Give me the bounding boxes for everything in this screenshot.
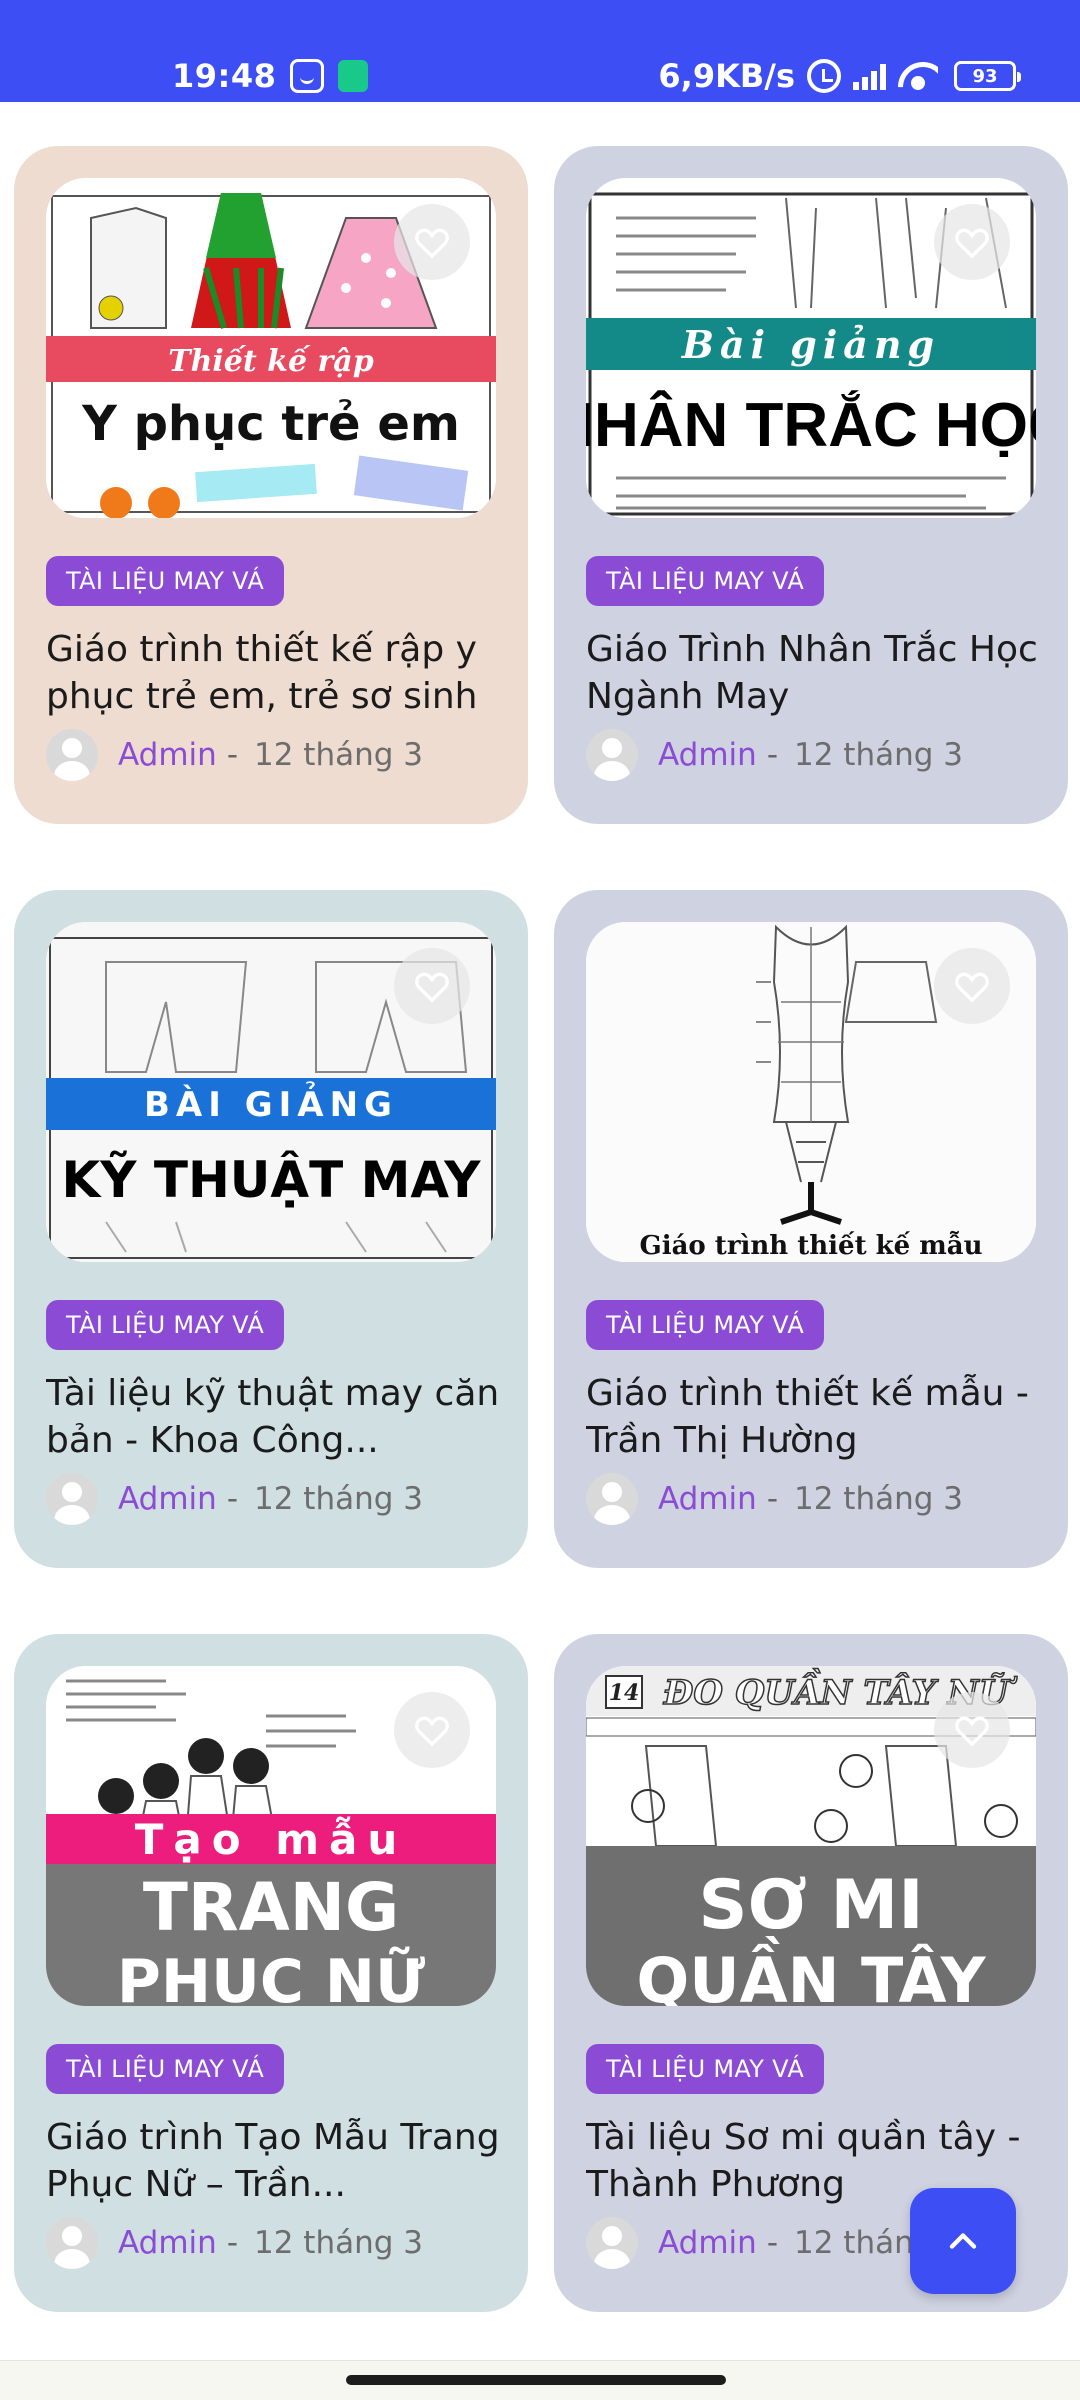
heart-outline-icon [955, 228, 989, 259]
thumbnail-text-2: KỸ THUẬT MAY [62, 1150, 482, 1209]
avatar [46, 1473, 98, 1525]
meta-separator: - [226, 2225, 238, 2261]
avatar [46, 2217, 98, 2269]
heart-outline-icon [415, 228, 449, 259]
category-tag[interactable]: TÀI LIỆU MAY VÁ [586, 1300, 825, 1350]
post-meta: Admin - 12 tháng 3 [46, 1472, 423, 1526]
thumbnail-text-1: 14 [609, 1680, 640, 1706]
face-notification-icon [290, 59, 325, 93]
post-thumbnail[interactable]: Bài giảng NHÂN TRẮC HỌC [586, 178, 1036, 518]
thumbnail-text-1: Thiết kế rập [168, 344, 373, 379]
author-link[interactable]: Admin [658, 1481, 757, 1517]
meta-separator: - [766, 737, 778, 773]
post-title[interactable]: Giáo trình thiết kế rập y phục trẻ em, t… [46, 626, 506, 720]
post-card[interactable]: Tạo mẫu TRANG PHỤC NỮ TÀI LIỆU MAY VÁ Gi… [14, 1634, 528, 2312]
author-link[interactable]: Admin [658, 2225, 757, 2261]
post-date: 12 tháng 3 [794, 1481, 964, 1517]
heart-outline-icon [955, 972, 989, 1003]
chevron-up-icon [949, 2233, 977, 2249]
category-tag[interactable]: TÀI LIỆU MAY VÁ [46, 556, 285, 606]
status-time: 19:48 [172, 57, 277, 95]
author-link[interactable]: Admin [118, 1481, 217, 1517]
favorite-button[interactable] [394, 1692, 470, 1768]
author-link[interactable]: Admin [658, 737, 757, 773]
favorite-button[interactable] [394, 204, 470, 280]
thumbnail-text-2: TRANG [143, 1869, 399, 1946]
thumbnail-text-3: PHỤC NỮ [117, 1946, 425, 2006]
post-card[interactable]: BÀI GIẢNG KỸ THUẬT MAY TÀI LIỆU MAY VÁ T… [14, 890, 528, 1568]
security-app-icon [338, 60, 369, 92]
thumbnail-text-1: Giáo trình thiết kế mẫu [639, 1230, 982, 1261]
favorite-button[interactable] [934, 1692, 1010, 1768]
post-meta: Admin - 12 tháng 3 [586, 2216, 963, 2270]
alarm-icon [807, 59, 841, 93]
meta-separator: - [226, 1481, 238, 1517]
status-right: 6,9KB/s 93 [658, 52, 1021, 100]
favorite-button[interactable] [394, 948, 470, 1024]
scroll-to-top-button[interactable] [910, 2188, 1016, 2294]
category-tag[interactable]: TÀI LIỆU MAY VÁ [586, 556, 825, 606]
thumbnail-text-1: Bài giảng [681, 322, 940, 367]
thumbnail-text-2: NHÂN TRẮC HỌC [586, 391, 1036, 460]
author-link[interactable]: Admin [118, 2225, 217, 2261]
meta-separator: - [226, 737, 238, 773]
network-speed: 6,9KB/s [658, 57, 795, 95]
wifi-icon [898, 60, 938, 92]
thumbnail-text-3: SƠ MI [698, 1866, 923, 1945]
post-thumbnail[interactable]: Thiết kế rập Y phục trẻ em [46, 178, 496, 518]
thumbnail-text-1: Tạo mẫu [135, 1815, 407, 1864]
thumbnail-text-4: QUẦN TÂY [637, 1936, 987, 2006]
post-title[interactable]: Tài liệu kỹ thuật may căn bản - Khoa Côn… [46, 1370, 506, 1464]
post-date: 12 tháng 3 [794, 737, 964, 773]
favorite-button[interactable] [934, 948, 1010, 1024]
thumbnail-text-1: BÀI GIẢNG [144, 1081, 398, 1125]
gesture-bar [0, 2360, 1080, 2400]
post-meta: Admin - 12 tháng 3 [46, 728, 423, 782]
avatar [586, 1473, 638, 1525]
post-title[interactable]: Giáo trình thiết kế mẫu - Trần Thị Hường [586, 1370, 1046, 1464]
avatar [586, 729, 638, 781]
post-meta: Admin - 12 tháng 3 [586, 1472, 963, 1526]
author-link[interactable]: Admin [118, 737, 217, 773]
post-thumbnail[interactable]: BÀI GIẢNG KỸ THUẬT MAY [46, 922, 496, 1262]
thumbnail-text-2: Y phục trẻ em [81, 396, 460, 452]
category-tag[interactable]: TÀI LIỆU MAY VÁ [46, 1300, 285, 1350]
battery-icon: 93 [954, 61, 1021, 91]
post-thumbnail[interactable]: Giáo trình thiết kế mẫu [586, 922, 1036, 1262]
post-meta: Admin - 12 tháng 3 [586, 728, 963, 782]
avatar [46, 729, 98, 781]
meta-separator: - [766, 1481, 778, 1517]
category-tag[interactable]: TÀI LIỆU MAY VÁ [46, 2044, 285, 2094]
post-title[interactable]: Giáo Trình Nhân Trắc Học Ngành May [586, 626, 1046, 720]
category-tag[interactable]: TÀI LIỆU MAY VÁ [586, 2044, 825, 2094]
post-date: 12 tháng 3 [254, 2225, 424, 2261]
signal-icon [853, 62, 886, 90]
post-meta: Admin - 12 tháng 3 [46, 2216, 423, 2270]
post-card[interactable]: Bài giảng NHÂN TRẮC HỌC TÀI LIỆU MAY VÁ … [554, 146, 1068, 824]
heart-outline-icon [415, 972, 449, 1003]
favorite-button[interactable] [934, 204, 1010, 280]
status-left: 19:48 [172, 52, 369, 100]
home-indicator[interactable] [346, 2375, 726, 2385]
post-card[interactable]: Giáo trình thiết kế mẫu TÀI LIỆU MAY VÁ … [554, 890, 1068, 1568]
heart-outline-icon [415, 1716, 449, 1747]
post-thumbnail[interactable]: Tạo mẫu TRANG PHỤC NỮ [46, 1666, 496, 2006]
heart-outline-icon [955, 1716, 989, 1747]
post-thumbnail[interactable]: 14 ĐO QUẦN TÂY NỮ SƠ MI QUẦN TÂY [586, 1666, 1036, 2006]
avatar [586, 2217, 638, 2269]
post-date: 12 tháng 3 [254, 1481, 424, 1517]
status-bar: 19:48 6,9KB/s 93 [0, 0, 1080, 102]
post-date: 12 tháng 3 [254, 737, 424, 773]
post-title[interactable]: Giáo trình Tạo Mẫu Trang Phục Nữ – Trần.… [46, 2114, 506, 2208]
meta-separator: - [766, 2225, 778, 2261]
post-card[interactable]: Thiết kế rập Y phục trẻ em TÀI LIỆU MAY … [14, 146, 528, 824]
